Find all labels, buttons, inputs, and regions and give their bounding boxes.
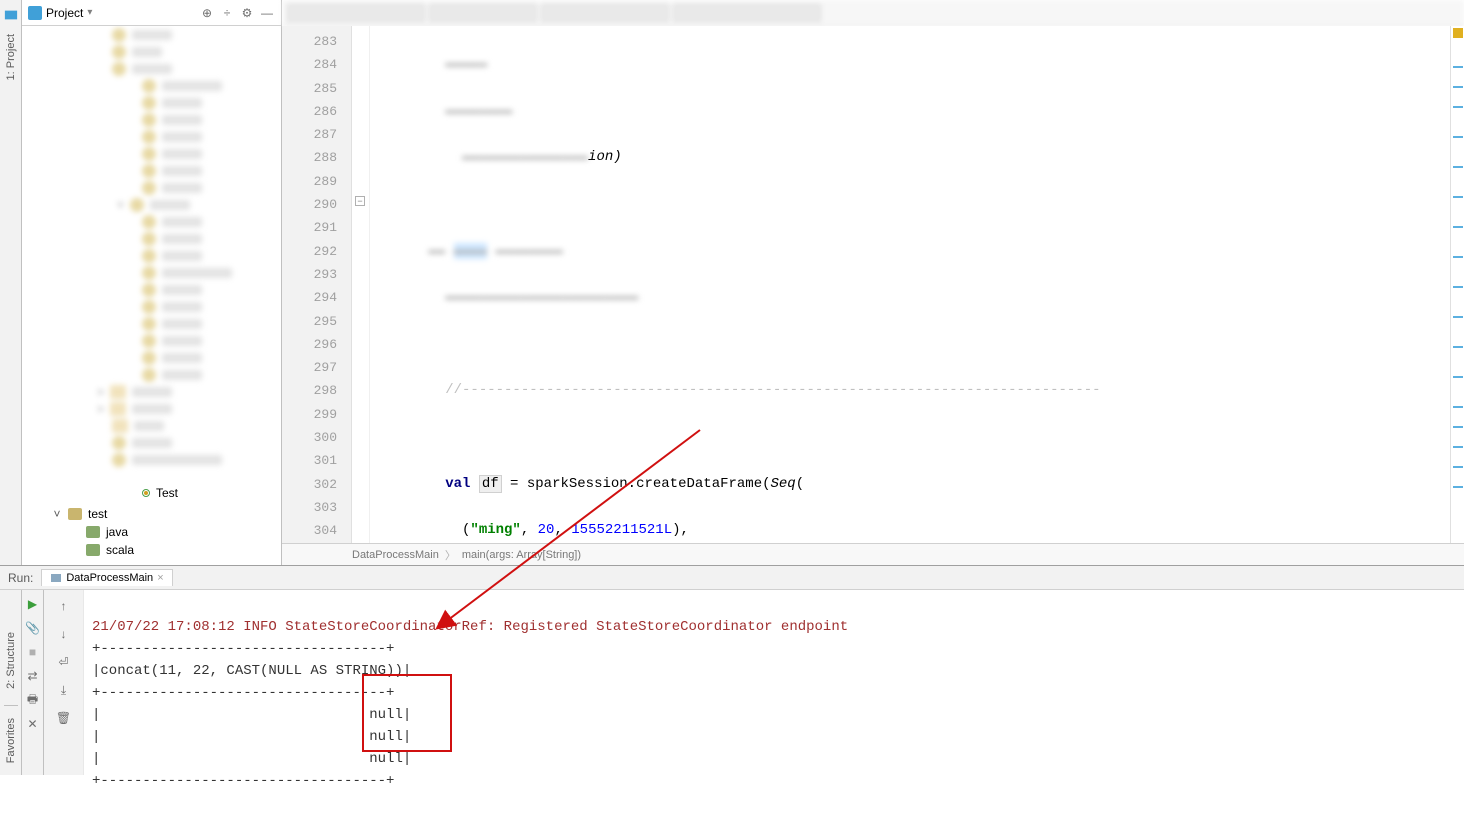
trash-icon[interactable]: 🗑 [54, 708, 74, 728]
run-left-toolbar-2: ↑ ↓ ⏎ ⤓ 🗑 [44, 566, 84, 775]
editor-marker-strip[interactable] [1450, 26, 1464, 543]
left-tool-rail: 1: Project [0, 0, 22, 565]
project-panel: Project ▾ ⊕ ÷ ⚙ — [22, 0, 282, 565]
editor-breadcrumb[interactable]: DataProcessMain〉main(args: Array[String]… [282, 543, 1464, 565]
editor-area: 2832842852862872882892902912922932942952… [282, 0, 1464, 565]
editor-tabs[interactable] [282, 0, 1464, 26]
tree-node-test-class[interactable]: Test [142, 486, 178, 500]
fold-marker[interactable]: − [355, 196, 365, 206]
dropdown-icon[interactable]: ▾ [87, 7, 92, 18]
gear-icon[interactable]: ⚙ [239, 5, 255, 21]
tree-folder-test[interactable]: ˅test [52, 505, 134, 523]
project-panel-header: Project ▾ ⊕ ÷ ⚙ — [22, 0, 281, 26]
print-icon[interactable]: 🖶 [23, 690, 43, 710]
left-bottom-rail: 2: Structure Favorites [0, 566, 22, 775]
settings-icon[interactable]: ⇄ [23, 666, 43, 686]
warning-indicator [1453, 28, 1463, 38]
run-tab-icon [50, 572, 62, 584]
scroll-icon[interactable]: ⤓ [54, 680, 74, 700]
down-icon[interactable]: ↓ [54, 624, 74, 644]
divide-icon[interactable]: ÷ [219, 5, 235, 21]
tree-folder-java[interactable]: java [86, 523, 134, 541]
attach-icon[interactable]: 📎 [23, 618, 43, 638]
project-title-icon [28, 6, 42, 20]
project-tree[interactable]: ˅ ˃ ˃ [22, 26, 281, 565]
wrap-icon[interactable]: ⏎ [54, 652, 74, 672]
code-editor[interactable]: ▬▬▬▬▬ ▬▬▬▬▬▬▬▬ ▬▬▬▬▬▬▬▬▬▬▬▬▬▬▬ion) ▬▬ ▬▬… [370, 26, 1450, 543]
project-title: Project [46, 6, 83, 20]
stop-icon[interactable]: ■ [23, 642, 43, 662]
run-console[interactable]: 21/07/22 17:08:12 INFO StateStoreCoordin… [84, 566, 1464, 775]
favorites-tool-button[interactable]: Favorites [5, 710, 17, 771]
run-left-toolbar-1: ▶ 📎 ■ ⇄ 🖶 ✕ [22, 566, 44, 775]
fold-strip: − [352, 26, 370, 543]
target-icon[interactable]: ⊕ [199, 5, 215, 21]
rerun-icon[interactable]: ▶ [23, 594, 43, 614]
result-highlight-box [362, 674, 452, 752]
line-gutter: 2832842852862872882892902912922932942952… [282, 26, 352, 543]
run-label: Run: [8, 571, 33, 585]
close-icon[interactable]: ✕ [23, 714, 43, 734]
project-icon [4, 8, 18, 22]
project-tool-button[interactable]: 1: Project [5, 26, 17, 88]
up-icon[interactable]: ↑ [54, 596, 74, 616]
run-tool-window: Run: DataProcessMain × 2: Structure Favo… [0, 565, 1464, 775]
structure-tool-button[interactable]: 2: Structure [5, 624, 17, 697]
minimize-icon[interactable]: — [259, 5, 275, 21]
tree-folder-scala[interactable]: scala [86, 541, 134, 559]
